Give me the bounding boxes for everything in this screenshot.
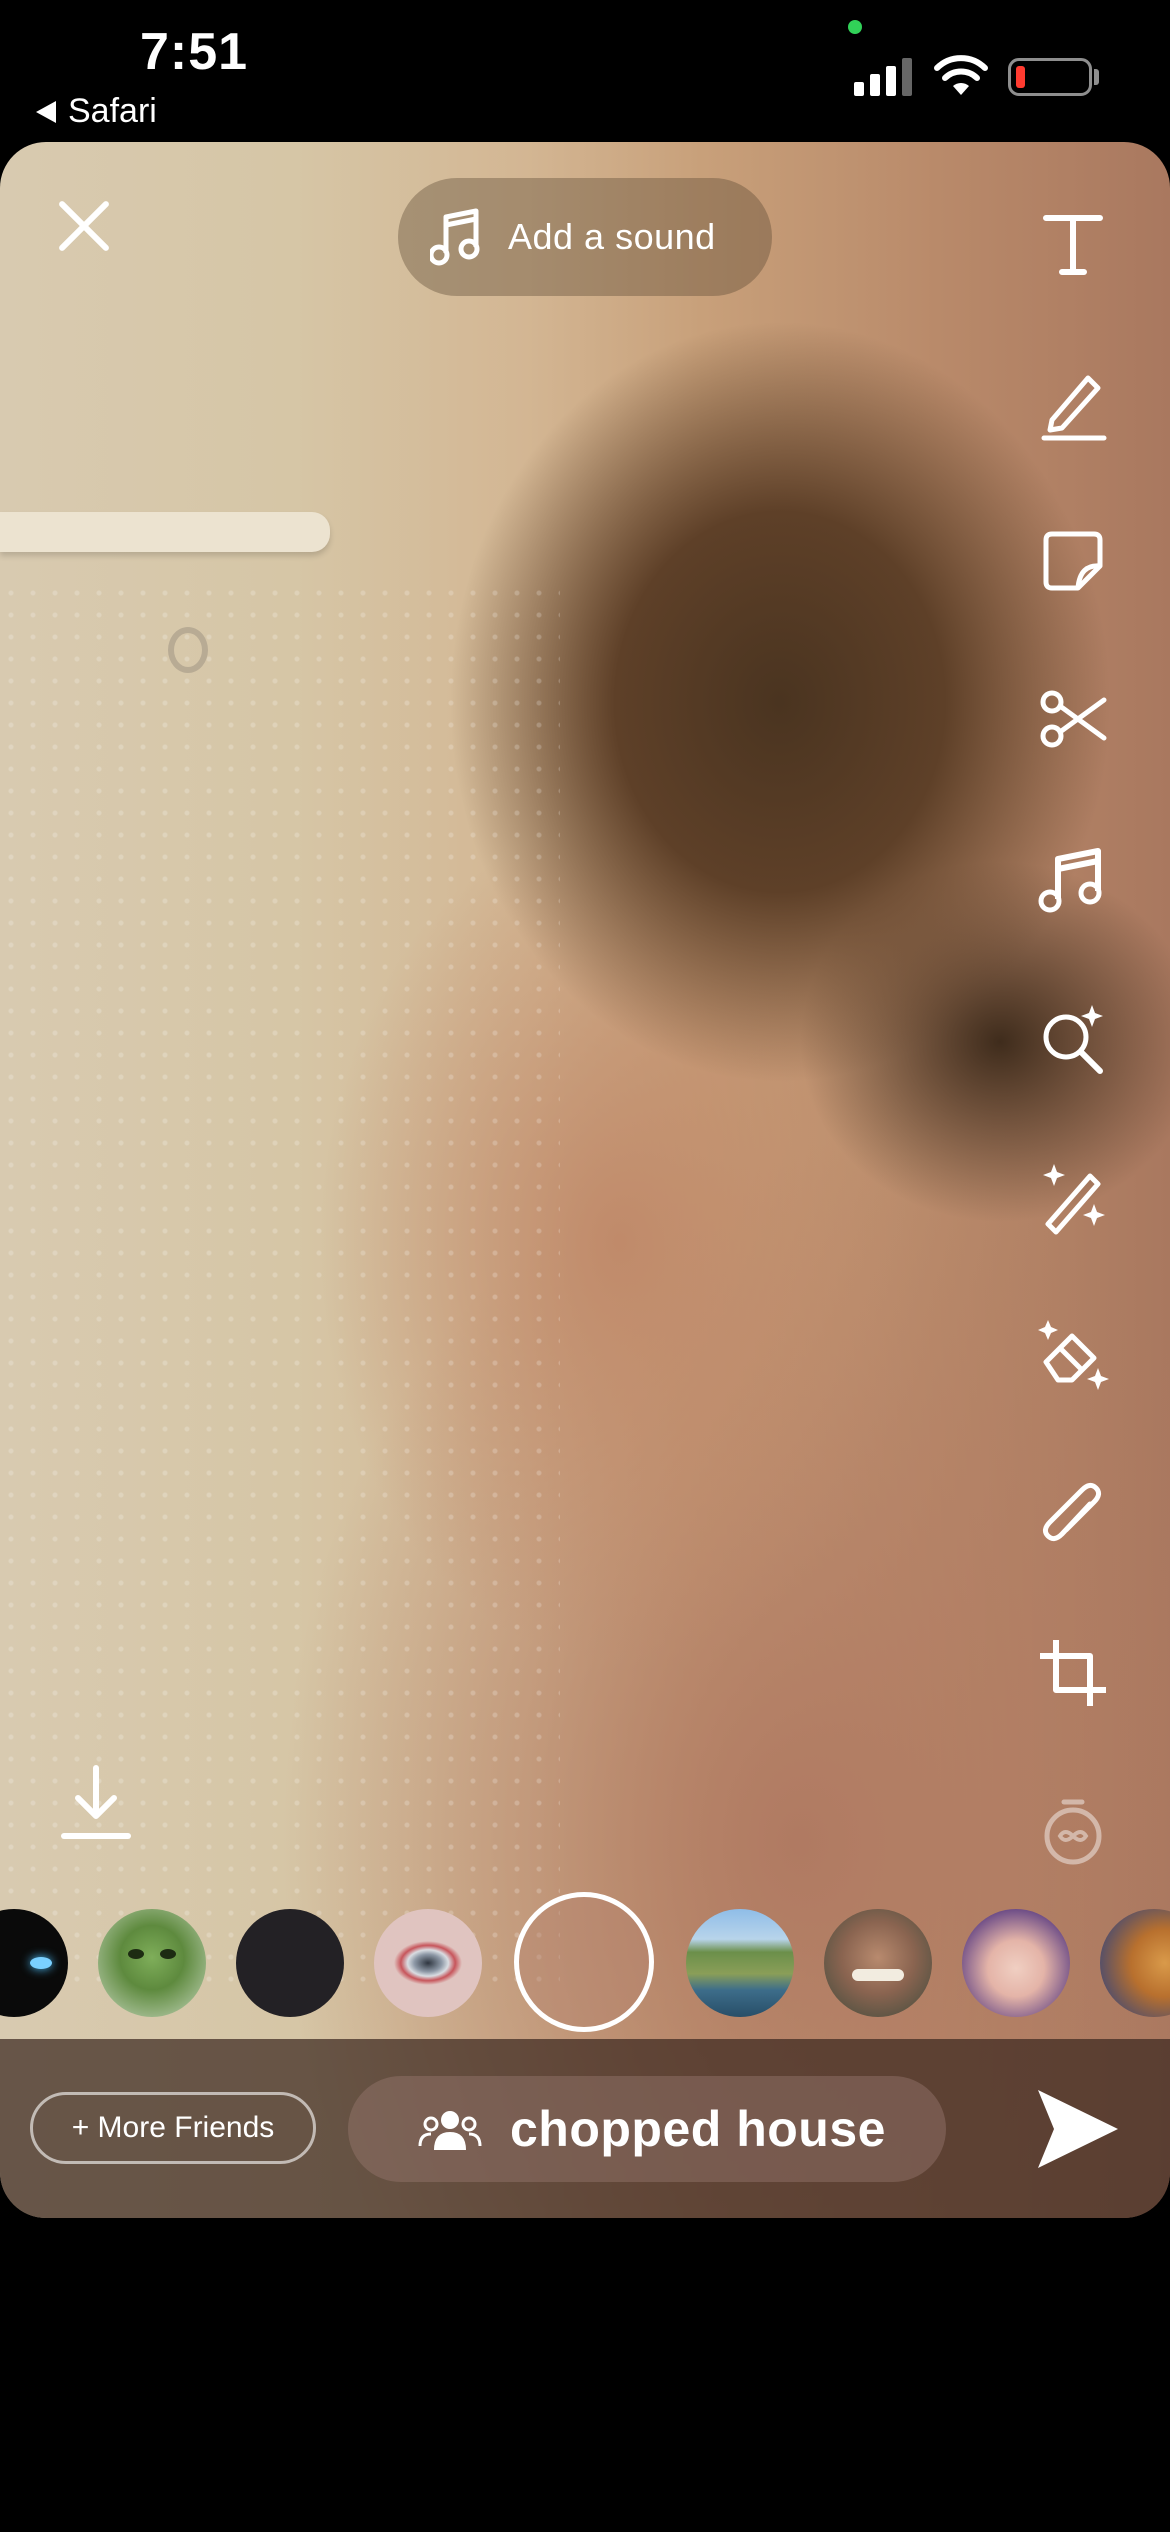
back-arrow-icon [36, 100, 56, 123]
lens-none-selected[interactable] [514, 1892, 654, 2032]
text-icon [1043, 215, 1103, 275]
wifi-icon [934, 55, 988, 95]
status-time: 7:51 [140, 23, 249, 81]
eraser-tool[interactable] [1032, 1314, 1114, 1396]
magic-wand-tool[interactable] [1032, 1154, 1114, 1236]
back-to-app-link[interactable]: Safari [36, 92, 157, 131]
pencil-icon [1041, 375, 1107, 441]
eraser-sparkle-icon [1038, 1320, 1109, 1390]
send-arrow-icon[interactable] [1032, 2084, 1122, 2174]
scissors-icon [1040, 690, 1107, 748]
sticker-tool[interactable] [1032, 520, 1114, 602]
camera-in-use-indicator [848, 20, 862, 34]
text-tool[interactable] [1032, 202, 1114, 284]
status-bar: 7:51 Safari [0, 0, 1170, 140]
timer-tool[interactable] [1032, 1790, 1114, 1872]
add-sound-button[interactable]: Add a sound [398, 178, 772, 296]
close-icon[interactable] [48, 190, 120, 262]
music-tool[interactable] [1032, 837, 1114, 919]
lens-landscape[interactable] [686, 1909, 794, 2017]
attach-link-tool[interactable] [1032, 1474, 1114, 1556]
lens-sparkle-face[interactable] [962, 1909, 1070, 2017]
lens-food[interactable] [1100, 1909, 1170, 2017]
group-icon [418, 2111, 482, 2150]
back-app-label: Safari [68, 92, 157, 130]
photo-curtain-ring [168, 627, 208, 673]
recipient-group-name: chopped house [510, 2101, 886, 2157]
battery-icon [1008, 58, 1092, 96]
add-sound-label: Add a sound [508, 216, 716, 257]
recipient-group-chip[interactable]: chopped house [348, 2076, 946, 2182]
lens-green-alien[interactable] [98, 1909, 206, 2017]
lens-red-eye[interactable] [374, 1909, 482, 2017]
scissors-tool[interactable] [1032, 678, 1114, 760]
search-sparkle-icon [1043, 1005, 1103, 1074]
cellular-signal-icon [854, 56, 916, 96]
crop-icon [1040, 1640, 1106, 1706]
sticker-icon [1043, 531, 1103, 591]
more-friends-button[interactable]: + More Friends [30, 2092, 316, 2164]
paperclip-icon [1042, 1482, 1102, 1542]
lens-dark[interactable] [236, 1909, 344, 2017]
magic-wand-icon [1043, 1164, 1105, 1235]
lens-caricature[interactable] [824, 1909, 932, 2017]
draw-tool[interactable] [1032, 362, 1114, 444]
battery-cap [1094, 69, 1099, 85]
timer-infinity-icon [1044, 1799, 1102, 1865]
lens-explore-tool[interactable] [1032, 997, 1114, 1079]
download-icon[interactable] [58, 1762, 134, 1842]
music-note-icon [1038, 848, 1102, 913]
photo-curtain-rod [0, 512, 330, 552]
music-note-icon [430, 208, 480, 266]
crop-tool[interactable] [1032, 1632, 1114, 1714]
snap-preview[interactable]: Add a sound + More Friends chopped house [0, 142, 1170, 2218]
